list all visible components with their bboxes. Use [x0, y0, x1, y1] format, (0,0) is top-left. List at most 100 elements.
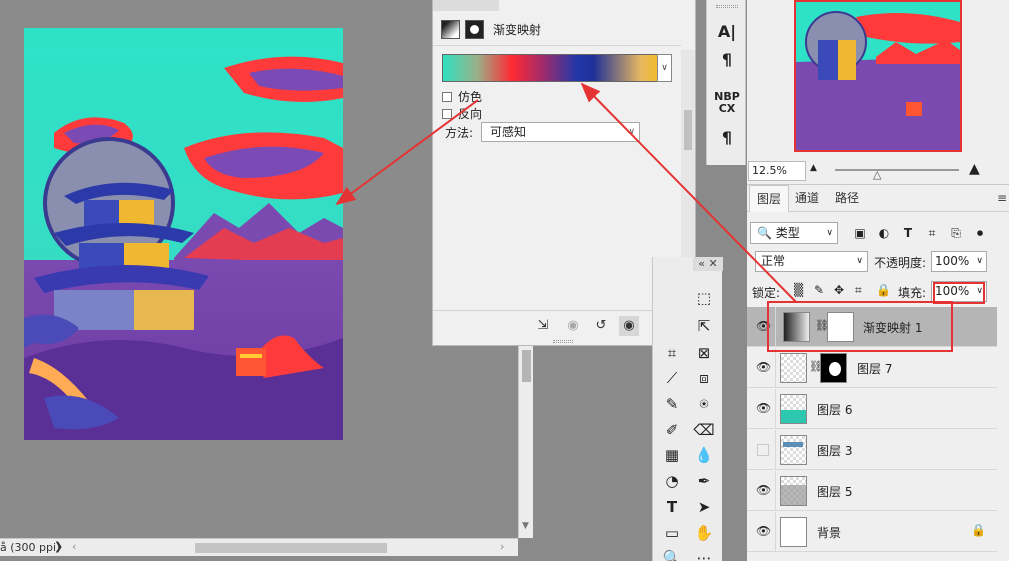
navigator-thumbnail[interactable] — [794, 0, 962, 152]
more-tools-icon[interactable]: ⋯ — [693, 547, 715, 561]
layer-mask-icon[interactable] — [465, 19, 484, 39]
scroll-left-arrow-icon[interactable]: ‹ — [72, 540, 76, 553]
view-previous-state-icon[interactable]: ◉ — [563, 316, 583, 336]
blur-icon[interactable]: 💧 — [693, 444, 715, 466]
history-brush-icon[interactable]: ✐ — [661, 419, 683, 441]
reverse-checkbox[interactable] — [442, 108, 452, 119]
zoom-slider-thumb[interactable]: △ — [873, 168, 881, 181]
tab-layers[interactable]: 图层 — [749, 185, 790, 212]
filter-shape-icon[interactable]: ⌗ — [924, 225, 940, 241]
cx-label[interactable]: CX — [712, 102, 742, 115]
opacity-input[interactable]: 100% ∨ — [931, 251, 987, 272]
gradient-icon[interactable]: ▦ — [661, 444, 683, 466]
path-select-icon[interactable]: ➤ — [693, 496, 715, 518]
brush-icon[interactable]: ✎ — [661, 393, 683, 415]
toggle-visibility-icon[interactable]: ◉ — [619, 316, 639, 336]
layer-row-layer3[interactable]: 图层 3 — [747, 430, 997, 470]
layer-row-layer6[interactable]: 👁 图层 6 — [747, 389, 997, 429]
layer-thumbnail[interactable] — [780, 353, 807, 383]
gradient-map-adjustment-icon[interactable] — [441, 19, 460, 39]
zoom-input[interactable]: 12.5% — [748, 161, 806, 181]
method-select[interactable]: 可感知 ∨ — [481, 122, 641, 142]
lock-position-icon[interactable]: ✥ — [834, 283, 844, 297]
filter-adjustment-icon[interactable]: ◐ — [876, 225, 892, 241]
tab-paths[interactable]: 路径 — [828, 185, 866, 212]
eye-icon[interactable]: 👁 — [756, 319, 771, 333]
reset-icon[interactable]: ↺ — [591, 316, 611, 336]
strip-gripper[interactable] — [716, 5, 738, 8]
fill-input[interactable]: 100% ∨ — [931, 281, 987, 302]
layer-row-gradient-map[interactable]: 👁 ⛓ 渐变映射 1 — [747, 307, 997, 347]
rectangle-icon[interactable]: ▭ — [661, 522, 683, 544]
layer-name[interactable]: 图层 6 — [817, 401, 852, 418]
scroll-right-arrow-icon[interactable]: › — [500, 540, 504, 553]
status-menu-button[interactable]: ❯ — [54, 540, 63, 553]
dither-checkbox[interactable] — [442, 91, 452, 102]
healing-icon[interactable]: ⧈ — [693, 367, 715, 389]
dodge-icon[interactable]: ◔ — [661, 470, 683, 492]
character-panel-icon[interactable]: A| — [712, 22, 742, 41]
gradient-picker-chevron-icon[interactable]: ∨ — [657, 54, 672, 82]
layer-row-background[interactable]: 👁 背景 🔒 — [747, 512, 997, 552]
layer-thumbnail[interactable] — [780, 435, 807, 465]
panel-menu-icon[interactable]: ≡ — [997, 191, 1007, 205]
hand-icon[interactable]: ✋ — [693, 522, 715, 544]
stamp-icon[interactable]: ⍟ — [693, 393, 715, 415]
move-icon[interactable]: ⇱ — [693, 315, 715, 337]
eye-icon[interactable]: 👁 — [756, 524, 771, 538]
properties-tab[interactable] — [433, 0, 499, 11]
filter-smart-object-icon[interactable]: ⎘ — [948, 225, 964, 241]
eraser-icon[interactable]: ⌫ — [693, 419, 715, 441]
vertical-scrollbar[interactable]: ▼ — [518, 345, 533, 538]
clip-to-layer-icon[interactable]: ⇲ — [533, 316, 553, 336]
eyedropper-icon[interactable]: ⟋ — [661, 367, 683, 389]
lock-artboard-icon[interactable]: ⌗ — [855, 283, 862, 298]
zoom-icon[interactable]: 🔍 — [661, 547, 683, 561]
tools-panel-close-icon[interactable]: « ✕ — [693, 257, 723, 271]
layer-thumbnail[interactable] — [780, 476, 807, 506]
zoom-in-icon[interactable]: ▲ — [969, 161, 980, 177]
properties-scroll-thumb[interactable] — [684, 110, 692, 150]
scroll-down-arrow-icon[interactable]: ▼ — [522, 521, 529, 531]
lock-image-icon[interactable]: ✎ — [814, 283, 824, 297]
layer-thumbnail[interactable] — [780, 517, 807, 547]
layer-kind-filter-select[interactable]: 🔍 类型 ∨ — [750, 222, 838, 244]
zoom-out-icon[interactable]: ▲ — [810, 163, 817, 173]
gradient-preview-bar[interactable] — [442, 54, 659, 82]
panel-gripper[interactable] — [553, 340, 573, 343]
zoom-slider[interactable] — [835, 169, 959, 171]
eye-icon[interactable]: 👁 — [756, 401, 771, 415]
layer-thumbnail[interactable] — [780, 394, 807, 424]
visibility-off-box[interactable] — [757, 444, 769, 456]
layer-mask-thumbnail[interactable] — [820, 353, 847, 383]
filter-type-icon[interactable]: T — [900, 225, 916, 241]
layer-name[interactable]: 渐变映射 1 — [863, 319, 922, 336]
pen-icon[interactable]: ✒ — [693, 470, 715, 492]
marquee-icon[interactable]: ⬚ — [693, 287, 715, 309]
reverse-row[interactable]: 反向 — [442, 105, 482, 122]
vertical-scroll-thumb[interactable] — [522, 350, 531, 382]
crop-icon[interactable]: ⌗ — [661, 342, 683, 364]
layer-name[interactable]: 图层 3 — [817, 442, 852, 459]
adjustment-thumbnail[interactable] — [783, 312, 810, 342]
eye-icon[interactable]: 👁 — [756, 483, 771, 497]
layer-name[interactable]: 图层 5 — [817, 483, 852, 500]
tab-channels[interactable]: 通道 — [788, 185, 826, 212]
frame-icon[interactable]: ⊠ — [693, 342, 715, 364]
paragraph-panel-icon[interactable]: ¶ — [712, 50, 742, 69]
lock-transparent-icon[interactable]: ▒ — [794, 283, 803, 297]
layer-name[interactable]: 背景 — [817, 524, 841, 541]
layer-row-layer5[interactable]: 👁 图层 5 — [747, 471, 997, 511]
horizontal-scroll-thumb[interactable] — [195, 543, 387, 553]
eye-icon[interactable]: 👁 — [756, 360, 771, 374]
filter-toggle-icon[interactable]: ⏺ — [972, 225, 988, 241]
type-icon[interactable]: T — [661, 496, 683, 518]
lock-all-icon[interactable]: 🔒 — [876, 283, 891, 297]
blend-mode-select[interactable]: 正常 ∨ — [755, 251, 868, 272]
filter-pixel-icon[interactable]: ▣ — [852, 225, 868, 241]
layer-mask-thumbnail[interactable] — [827, 312, 854, 342]
layer-row-layer7[interactable]: 👁 ⛓ 图层 7 — [747, 348, 997, 388]
paragraph-style-icon[interactable]: ¶ — [712, 128, 742, 147]
layer-name[interactable]: 图层 7 — [857, 360, 892, 377]
dither-row[interactable]: 仿色 — [442, 88, 482, 105]
